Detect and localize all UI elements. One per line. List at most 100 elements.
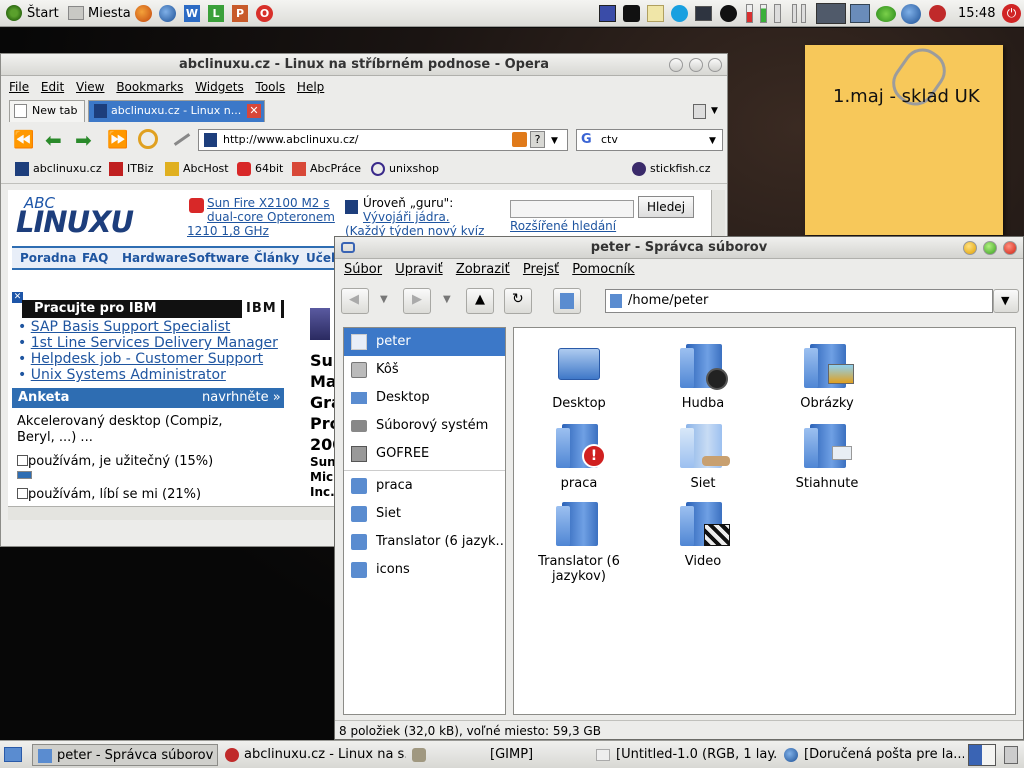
- site-search-input[interactable]: [510, 200, 634, 218]
- address-dropdown-icon[interactable]: ▼: [551, 131, 558, 151]
- clock[interactable]: 15:48: [958, 3, 995, 24]
- rewind-icon[interactable]: ⏪: [13, 130, 34, 150]
- sticky-note-text[interactable]: 1.maj - sklad UK: [833, 86, 980, 107]
- tab-close-icon[interactable]: ✕: [247, 104, 261, 118]
- fm-window-menu-icon[interactable]: [341, 242, 355, 253]
- rss-icon[interactable]: [512, 132, 527, 147]
- bookmark-unixshop[interactable]: unixshop: [371, 162, 439, 176]
- skype-applet-icon[interactable]: [671, 5, 688, 22]
- menu-tools[interactable]: Tools: [256, 80, 286, 94]
- back-icon[interactable]: ⬅: [45, 128, 62, 152]
- reload-icon[interactable]: [138, 129, 158, 149]
- task-file-manager[interactable]: peter - Správca súborov: [32, 744, 218, 766]
- advanced-search-link[interactable]: Rozšířené hledání: [510, 219, 616, 233]
- news-link[interactable]: Sun Fire X2100 M2 s dual-core Opteronem: [207, 196, 335, 224]
- poll-checkbox[interactable]: [17, 455, 28, 466]
- tab-new[interactable]: New tab: [9, 100, 85, 122]
- trash-icon[interactable]: [693, 104, 706, 119]
- search-box[interactable]: G ctv ▼: [576, 129, 723, 151]
- help-icon[interactable]: ?: [530, 131, 545, 148]
- places-menu-button[interactable]: Miesta: [88, 3, 131, 24]
- bookmark-itbiz[interactable]: ITBiz: [109, 162, 153, 176]
- task-gimp[interactable]: [GIMP]: [408, 744, 588, 766]
- location-input[interactable]: /home/peter: [628, 293, 708, 308]
- file-item-praca[interactable]: ! praca: [524, 422, 634, 491]
- nav-software[interactable]: Software: [188, 248, 249, 268]
- nav-clanky[interactable]: Články: [254, 248, 299, 268]
- bookmark-abchost[interactable]: AbcHost: [165, 162, 229, 176]
- distro-logo-icon[interactable]: [6, 5, 22, 21]
- location-history-button[interactable]: ▼: [993, 289, 1019, 313]
- status-online-icon[interactable]: [876, 6, 896, 22]
- address-input[interactable]: http://www.abclinuxu.cz/: [223, 133, 359, 146]
- job-item[interactable]: • Helpdesk job - Customer Support: [18, 351, 284, 367]
- sidebar-item-peter[interactable]: peter: [344, 328, 505, 356]
- menu-widgets[interactable]: Widgets: [195, 80, 244, 94]
- file-item-translator[interactable]: Translator (6 jazykov): [524, 500, 634, 584]
- opera-minimize-button[interactable]: [669, 58, 683, 72]
- writer-launcher-icon[interactable]: W: [184, 5, 200, 22]
- fm-forward-button[interactable]: ▶: [403, 288, 431, 314]
- fm-home-button[interactable]: [553, 288, 581, 314]
- task-gimp-image[interactable]: [Untitled-1.0 (RGB, 1 lay...: [592, 744, 778, 766]
- poll-option[interactable]: používám, je užitečný (15%): [17, 454, 277, 479]
- camera-applet-icon[interactable]: [623, 5, 640, 22]
- sidebar-item-translator[interactable]: Translator (6 jazyk...: [344, 528, 505, 556]
- sidebar-item-desktop[interactable]: Desktop: [344, 384, 505, 412]
- file-item-stiahnute[interactable]: Stiahnute: [772, 422, 882, 491]
- save-applet-icon[interactable]: [599, 5, 616, 22]
- workspace-switcher-icon[interactable]: [816, 3, 846, 24]
- fm-menu-subor[interactable]: Súbor: [344, 262, 382, 277]
- fm-up-button[interactable]: ▲: [466, 288, 494, 314]
- file-item-hudba[interactable]: Hudba: [648, 342, 758, 411]
- address-bar[interactable]: http://www.abclinuxu.cz/ ? ▼: [198, 129, 568, 151]
- notes-applet-icon[interactable]: [647, 5, 664, 22]
- job-item[interactable]: • Unix Systems Administrator: [18, 367, 284, 383]
- trash-applet-icon[interactable]: [1004, 746, 1018, 764]
- fm-menu-zobrazit[interactable]: Zobraziť: [456, 262, 510, 277]
- task-opera[interactable]: abclinuxu.cz - Linux na s...: [220, 744, 406, 766]
- task-mail[interactable]: [Doručená pošta pre la...: [780, 744, 964, 766]
- bookmark-abcprace[interactable]: AbcPráce: [292, 162, 361, 176]
- opera-vertical-scrollbar[interactable]: [711, 190, 725, 236]
- tab-abclinuxu[interactable]: abclinuxu.cz - Linux n... ✕: [88, 100, 265, 122]
- edit-pen-icon[interactable]: [173, 133, 191, 146]
- calc-launcher-icon[interactable]: L: [208, 5, 224, 22]
- terminal-applet-icon[interactable]: [695, 6, 712, 21]
- browser-applet-icon[interactable]: [901, 4, 921, 24]
- opera-titlebar[interactable]: abclinuxu.cz - Linux na stříbrném podnos…: [1, 54, 727, 76]
- file-item-video[interactable]: Video: [648, 500, 758, 569]
- fast-forward-icon[interactable]: ⏩: [107, 130, 128, 150]
- opera-maximize-button[interactable]: [689, 58, 703, 72]
- job-item[interactable]: • 1st Line Services Delivery Manager: [18, 335, 284, 351]
- sidebar-item-praca[interactable]: praca: [344, 472, 505, 500]
- start-menu-button[interactable]: Štart: [27, 3, 59, 24]
- search-dropdown-icon[interactable]: ▼: [709, 131, 716, 151]
- search-input[interactable]: ctv: [601, 133, 618, 146]
- network-applet-icon[interactable]: [850, 4, 870, 23]
- sidebar-item-siet[interactable]: Siet: [344, 500, 505, 528]
- show-desktop-icon[interactable]: [4, 747, 22, 762]
- opera-close-button[interactable]: [708, 58, 722, 72]
- file-manager-window[interactable]: peter - Správca súborov Súbor Upraviť Zo…: [334, 236, 1024, 740]
- fm-menu-pomocnik[interactable]: Pomocník: [572, 262, 634, 277]
- opera-applet-icon[interactable]: [929, 5, 946, 22]
- tab-menu-chevron-down-icon[interactable]: ▼: [711, 106, 718, 116]
- site-search-button[interactable]: Hledej: [638, 196, 694, 218]
- nav-hardware[interactable]: Hardware: [122, 248, 188, 268]
- fm-close-button[interactable]: [1003, 241, 1017, 255]
- fm-back-button[interactable]: ◀: [341, 288, 369, 314]
- file-item-obrazky[interactable]: Obrázky: [772, 342, 882, 411]
- menu-edit[interactable]: Edit: [41, 80, 64, 94]
- abclinuxu-logo[interactable]: ABC LINUXU: [16, 194, 166, 240]
- fm-titlebar[interactable]: peter - Správca súborov: [335, 237, 1023, 259]
- fm-reload-button[interactable]: ↻: [504, 288, 532, 314]
- fm-menu-prejst[interactable]: Prejsť: [523, 262, 559, 277]
- thunderbird-launcher-icon[interactable]: [159, 5, 176, 22]
- nav-faq[interactable]: FAQ: [82, 248, 108, 268]
- opera-horizontal-scrollbar[interactable]: [8, 506, 334, 520]
- pidgin-launcher-icon[interactable]: P: [232, 5, 248, 22]
- menu-help[interactable]: Help: [297, 80, 324, 94]
- fm-maximize-button[interactable]: [983, 241, 997, 255]
- file-item-siet[interactable]: Siet: [648, 422, 758, 491]
